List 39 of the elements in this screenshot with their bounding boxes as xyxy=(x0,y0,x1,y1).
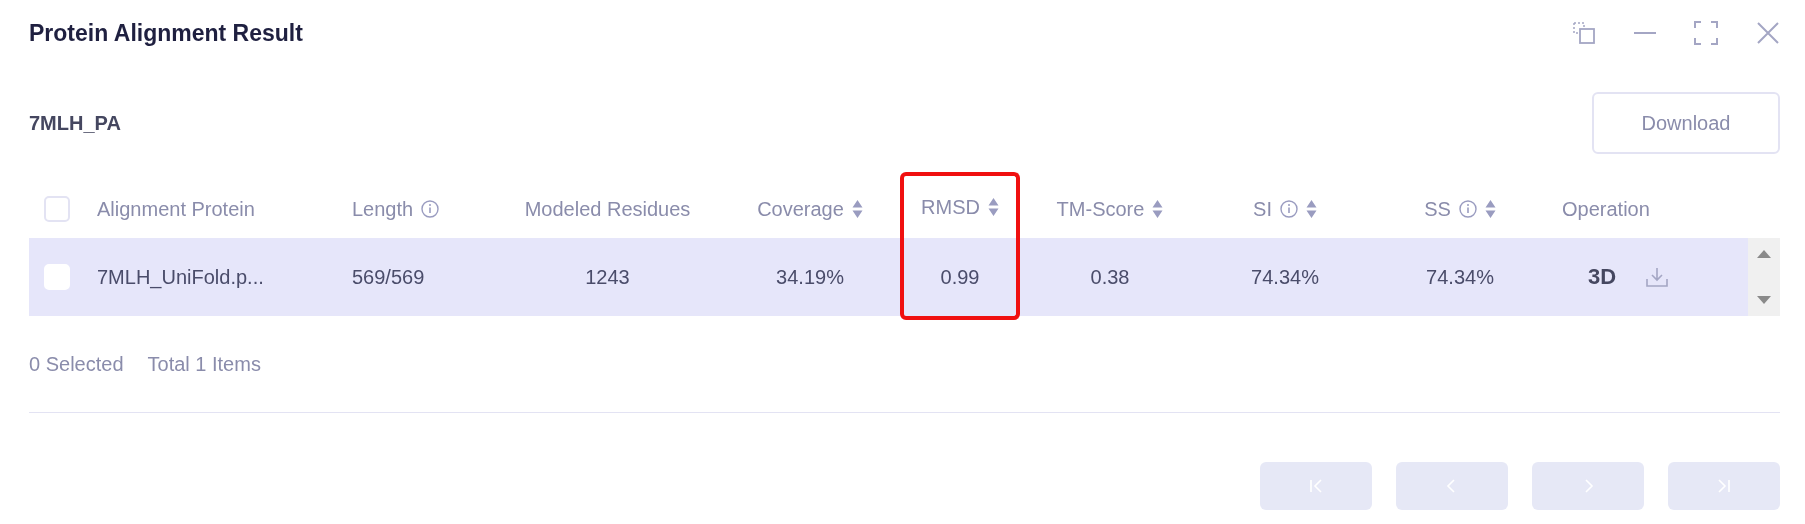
dataset-name: 7MLH_PA xyxy=(29,111,121,135)
column-header[interactable]: SS xyxy=(1370,180,1550,238)
window-title: Protein Alignment Result xyxy=(29,19,303,47)
info-icon[interactable] xyxy=(1458,200,1477,218)
view-3d-link[interactable]: 3D xyxy=(1588,264,1617,290)
scroll-up-icon[interactable] xyxy=(1757,250,1771,258)
sort-icon[interactable] xyxy=(1305,199,1317,219)
column-header[interactable]: Coverage xyxy=(720,180,900,238)
selected-count: 0 Selected xyxy=(29,352,124,376)
column-header: Operation xyxy=(1561,196,1651,222)
download-button[interactable]: Download xyxy=(1592,92,1780,154)
column-header: Length xyxy=(340,180,495,238)
restore-icon[interactable] xyxy=(1572,21,1596,45)
scroll-down-icon[interactable] xyxy=(1757,296,1771,304)
column-header: Modeled Residues xyxy=(523,196,692,222)
column-header[interactable]: SI xyxy=(1200,180,1370,238)
sort-icon[interactable] xyxy=(851,199,863,219)
table-cell: 74.34% xyxy=(1426,265,1494,289)
sort-icon[interactable] xyxy=(1152,199,1164,219)
sort-icon[interactable] xyxy=(987,197,999,217)
table-cell: 74.34% xyxy=(1251,265,1319,289)
table-cell: 7MLH_UniFold.p... xyxy=(97,265,264,289)
table-cell: 34.19% xyxy=(776,265,844,289)
scrollbar[interactable] xyxy=(1748,238,1780,316)
sort-icon[interactable] xyxy=(1484,199,1496,219)
close-icon[interactable] xyxy=(1756,21,1780,45)
download-icon[interactable] xyxy=(1646,267,1669,287)
table-cell: 0.38 xyxy=(1090,265,1130,289)
table-cell: 569/569 xyxy=(352,265,425,289)
total-count: Total 1 Items xyxy=(147,352,261,376)
table-cell: 1243 xyxy=(585,265,630,289)
maximize-icon[interactable] xyxy=(1694,21,1718,45)
column-header[interactable]: TM-Score xyxy=(1020,180,1200,238)
minimize-icon[interactable] xyxy=(1634,31,1656,35)
table-cell: 0.99 xyxy=(940,265,980,289)
info-icon[interactable] xyxy=(1279,200,1298,218)
info-icon[interactable] xyxy=(421,200,440,218)
checkbox[interactable] xyxy=(44,196,70,222)
column-header: Alignment Protein xyxy=(96,196,256,222)
